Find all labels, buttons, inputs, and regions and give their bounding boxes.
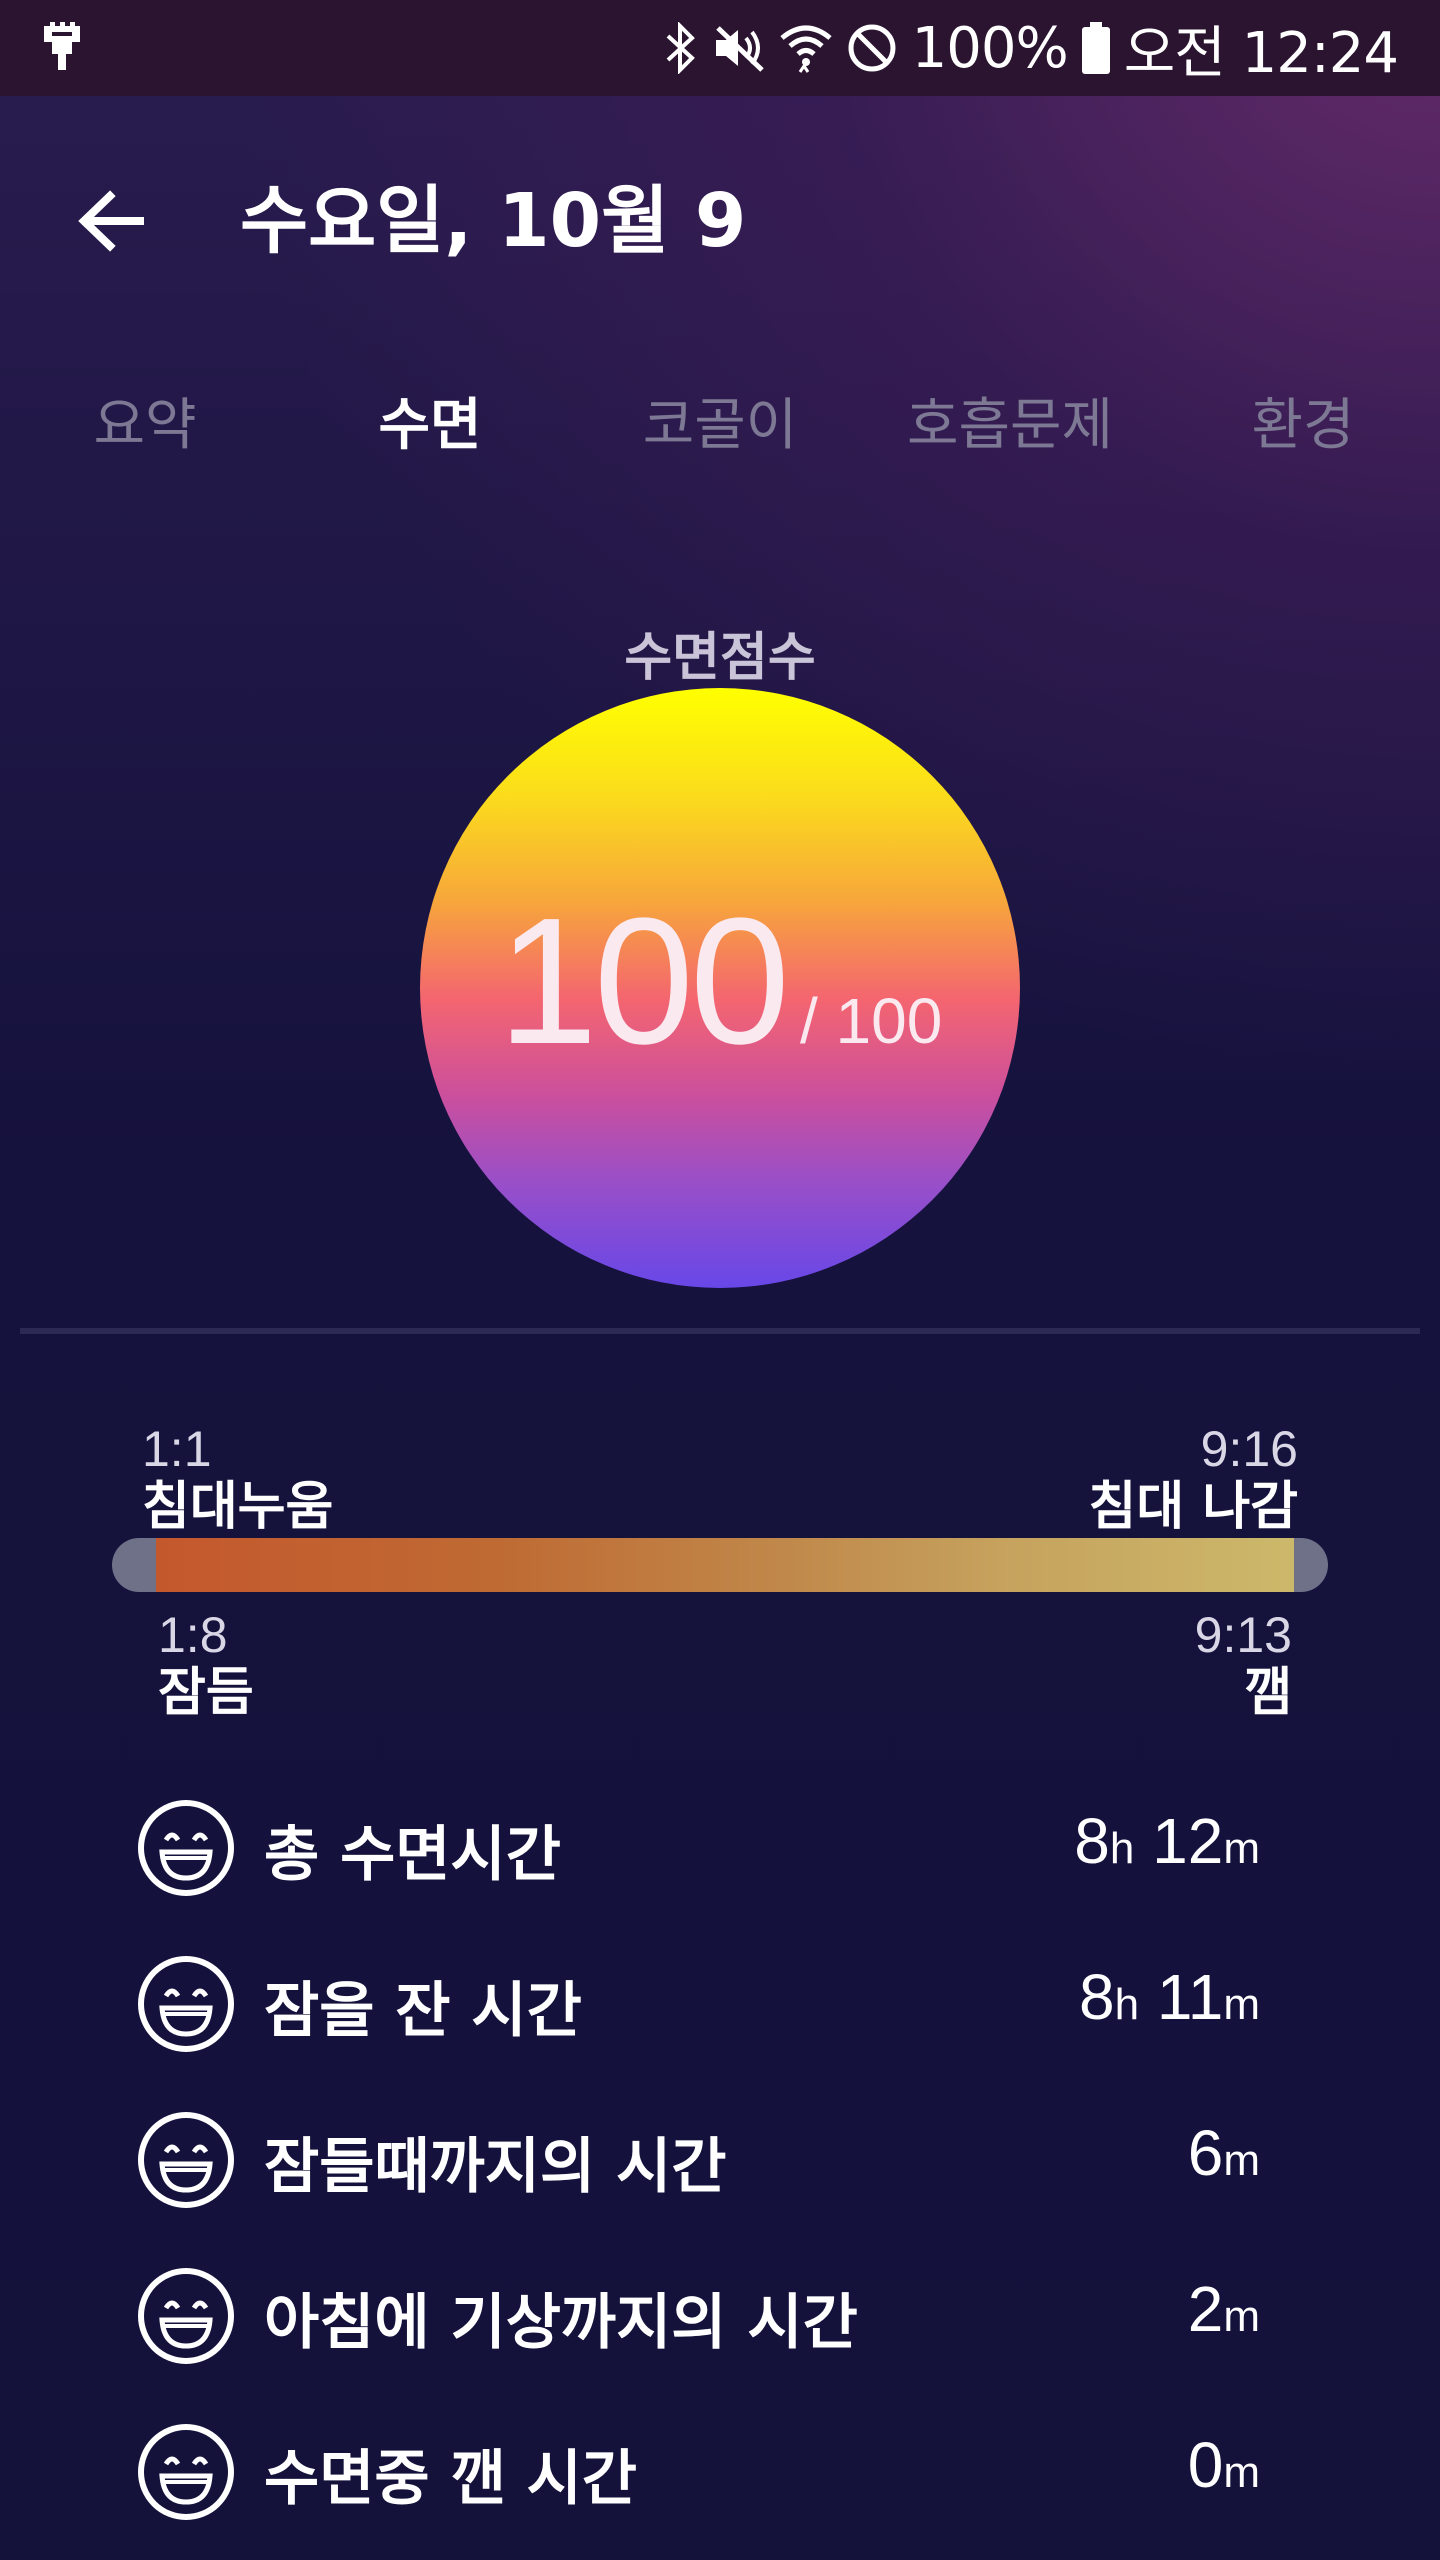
mute-icon [712, 22, 766, 74]
asleep-label: 잠듬 [158, 1663, 254, 1723]
tab-breathing[interactable]: 호흡문제 [907, 380, 1113, 461]
tab-snoring[interactable]: 코골이 [643, 380, 798, 461]
status-icons: 100% 오전 12:24 [664, 0, 1399, 96]
stat-label: 잠을 잔 시간 [264, 1976, 582, 2046]
app-header: 수요일, 10월 9 [0, 96, 1440, 326]
tab-environment[interactable]: 환경 [1251, 380, 1354, 461]
stat-label: 총 수면시간 [264, 1820, 561, 1890]
stat-row-total-sleep[interactable]: 총 수면시간 8h 12m [0, 1770, 1440, 1926]
smiley-icon [136, 1954, 236, 2054]
page-title: 수요일, 10월 9 [240, 178, 747, 264]
stat-hours: 8 [1074, 1805, 1110, 1877]
stat-minutes: 6 [1187, 2117, 1224, 2189]
sleep-score-circle: 100/ 100 [420, 688, 1020, 1288]
sleep-score-number: 100 [497, 881, 790, 1082]
stat-row-time-to-get-up[interactable]: 아침에 기상까지의 시간 2m [0, 2238, 1440, 2394]
status-bar: 100% 오전 12:24 [0, 0, 1440, 96]
stat-minutes-unit: m [1223, 2448, 1260, 2497]
divider [20, 1328, 1420, 1334]
sleep-bar [112, 1538, 1328, 1592]
battery-icon [1081, 22, 1110, 74]
smiley-icon [136, 2266, 236, 2366]
usb-icon [42, 22, 82, 72]
sleep-score-label: 수면점수 [624, 628, 816, 688]
stat-value: 0m [1188, 2428, 1260, 2502]
stat-value: 8h 11m [1079, 1960, 1260, 2034]
arrow-left-icon [78, 190, 144, 252]
stat-minutes: 11 [1156, 1961, 1224, 2033]
stat-value: 6m [1188, 2116, 1260, 2190]
tab-summary[interactable]: 요약 [93, 380, 196, 461]
stat-label: 수면중 깬 시간 [264, 2444, 637, 2514]
stat-row-time-asleep[interactable]: 잠을 잔 시간 8h 11m [0, 1926, 1440, 2082]
bed-out-label: 침대 나감 [1088, 1477, 1298, 1537]
do-not-disturb-icon [846, 22, 898, 74]
smiley-icon [136, 2110, 236, 2210]
sleep-bar-fill [156, 1538, 1294, 1592]
stat-minutes-unit: m [1223, 1980, 1260, 2029]
stat-row-time-to-sleep[interactable]: 잠들때까지의 시간 6m [0, 2082, 1440, 2238]
stat-minutes: 2 [1187, 2273, 1224, 2345]
tab-sleep[interactable]: 수면 [378, 380, 481, 461]
smiley-icon [136, 2422, 236, 2522]
stat-minutes-unit: m [1223, 2292, 1260, 2341]
stat-hours: 8 [1079, 1961, 1115, 2033]
stat-minutes-unit: m [1223, 2136, 1260, 2185]
stat-value: 2m [1188, 2272, 1260, 2346]
back-button[interactable] [70, 176, 160, 266]
stat-hours-unit: h [1109, 1824, 1135, 1873]
stat-minutes: 0 [1187, 2429, 1224, 2501]
stat-label: 아침에 기상까지의 시간 [264, 2288, 858, 2358]
stat-minutes-unit: m [1223, 1824, 1260, 1873]
stat-value: 8h 12m [1074, 1804, 1260, 1878]
stat-row-awake-during-sleep[interactable]: 수면중 깬 시간 0m [0, 2394, 1440, 2550]
sleep-score-value: 100/ 100 [420, 878, 1020, 1085]
stat-label: 잠들때까지의 시간 [264, 2132, 727, 2202]
sleep-score-max: / 100 [799, 985, 943, 1057]
sleep-timeline: 1:1 침대누움 9:16 침대 나감 1:8 잠듬 9:13 깸 [0, 1400, 1440, 1730]
tab-bar: 요약 수면 코골이 호흡문제 환경 [0, 360, 1440, 480]
wifi-icon [780, 22, 832, 74]
stat-hours-unit: h [1114, 1980, 1140, 2029]
awake-label: 깸 [1244, 1663, 1292, 1723]
smiley-icon [136, 1798, 236, 1898]
stat-minutes: 12 [1152, 1805, 1224, 1877]
bluetooth-icon [664, 22, 698, 74]
bed-in-label: 침대누움 [142, 1477, 334, 1537]
clock: 오전 12:24 [1123, 20, 1399, 86]
battery-percent: 100% [911, 15, 1069, 81]
